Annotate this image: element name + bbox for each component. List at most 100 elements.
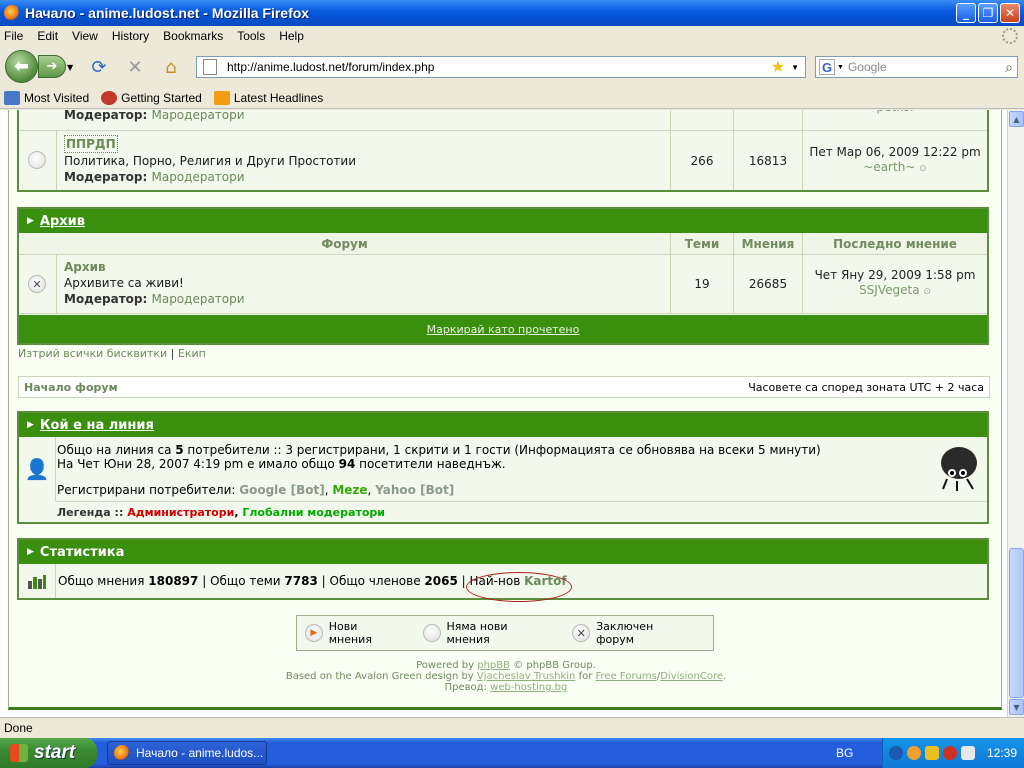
view-latest-post-icon[interactable]: ⊙ [919, 164, 927, 174]
windows-taskbar: start Начало - anime.ludos... BG 12:39 [0, 738, 1024, 768]
bar-chart-icon [28, 575, 46, 589]
engine-dropdown-icon[interactable]: ▼ [837, 64, 844, 71]
moderator-link[interactable]: Мародератори [151, 170, 244, 184]
last-post-user[interactable]: petkoi [877, 110, 914, 114]
user-link-yahoo-bot[interactable]: Yahoo [Bot] [375, 483, 454, 497]
window-title-bar[interactable]: Начало - anime.ludost.net - Mozilla Fire… [0, 0, 1024, 26]
legend-global-mods[interactable]: Глобални модератори [242, 506, 385, 519]
delete-cookies-link[interactable]: Изтрий всички бисквитки [18, 347, 167, 360]
reload-icon[interactable]: ⟳ [88, 56, 110, 78]
tray-media-icon[interactable] [907, 746, 921, 760]
address-bar[interactable]: http://anime.ludost.net/forum/index.php … [196, 56, 806, 78]
stats-icon-cell [19, 564, 56, 598]
taskbar-firefox-item[interactable]: Начало - anime.ludos... [107, 741, 267, 765]
search-bar[interactable]: G ▼ Google ⌕ [815, 56, 1018, 78]
total-members: 2065 [424, 574, 458, 588]
team-link[interactable]: Екип [178, 347, 206, 360]
search-icon[interactable]: ⌕ [1005, 59, 1013, 76]
bookmark-getting-started[interactable]: Getting Started [101, 91, 202, 105]
tray-stop-icon[interactable] [943, 746, 957, 760]
topics-cell: 19 [670, 255, 733, 313]
utility-links: Изтрий всички бисквитки | Екип [18, 347, 206, 360]
legend-admins[interactable]: Администратори [127, 506, 234, 519]
who-is-online-box: ▶ Кой е на линия 👤 Общо на линия са 5 по… [17, 411, 989, 524]
forum-description: Политика, Порно, Религия и Други Простот… [64, 154, 357, 168]
forum-row-pprdp: ППРДП Политика, Порно, Религия и Други П… [19, 131, 987, 190]
google-engine-icon[interactable]: G [819, 59, 835, 75]
moderator-link[interactable]: Мародератори [151, 292, 244, 306]
translator-link[interactable]: web-hosting.bg [490, 682, 567, 693]
label: Общо мнения [58, 574, 145, 588]
network-icon[interactable] [961, 746, 975, 760]
online-line-2: На Чет Юни 28, 2007 4:19 pm е имало общо… [57, 457, 821, 471]
mascot-icon [941, 447, 977, 491]
user-link-meze[interactable]: Meze [332, 483, 367, 497]
bookmark-most-visited[interactable]: Most Visited [4, 91, 89, 105]
scroll-down-arrow[interactable]: ▼ [1009, 699, 1024, 715]
designer-link[interactable]: Vjacheslav Trushkin [477, 671, 576, 682]
last-post-user[interactable]: SSJVegeta [859, 283, 920, 297]
phpbb-link[interactable]: phpBB [477, 660, 510, 671]
forum-title-link[interactable]: ППРДП [64, 135, 118, 153]
menu-view[interactable]: View [72, 29, 98, 43]
menu-bar: File Edit View History Bookmarks Tools H… [0, 26, 1024, 46]
user-link-google-bot[interactable]: Google [Bot] [239, 483, 324, 497]
url-text[interactable]: http://anime.ludost.net/forum/index.php [227, 60, 771, 74]
category-title-link[interactable]: Архив [40, 214, 85, 229]
text: Превод: [444, 682, 491, 693]
bookmark-label: Getting Started [121, 91, 202, 105]
close-button[interactable]: ✕ [1000, 3, 1020, 23]
online-title-link[interactable]: Кой е на линия [40, 418, 154, 433]
scroll-up-arrow[interactable]: ▲ [1009, 111, 1024, 127]
history-dropdown-icon[interactable]: ▼ [67, 63, 73, 72]
bookmark-latest-headlines[interactable]: Latest Headlines [213, 91, 324, 105]
last-post-user[interactable]: ~earth~ [863, 160, 915, 174]
forum-title-link[interactable]: Архив [64, 259, 245, 275]
menu-help[interactable]: Help [279, 29, 304, 43]
start-button[interactable]: start [0, 738, 97, 768]
menu-history[interactable]: History [112, 29, 149, 43]
status-text: Done [4, 720, 33, 735]
page-icon [203, 59, 217, 75]
minimize-button[interactable]: _ [956, 3, 976, 23]
most-visited-icon [4, 91, 20, 105]
security-shield-icon[interactable] [925, 746, 939, 760]
menu-edit[interactable]: Edit [37, 29, 58, 43]
view-latest-post-icon[interactable]: ⊙ [923, 287, 931, 297]
search-input[interactable]: Google [848, 60, 1005, 74]
online-line-1: Общо на линия са 5 потребители :: 3 реги… [57, 443, 821, 457]
forward-button[interactable]: ➔ [38, 55, 66, 78]
total-topics: 7783 [284, 574, 318, 588]
mark-read-link[interactable]: Маркирай като прочетено [427, 323, 580, 336]
clock: 12:39 [987, 746, 1018, 760]
text: посетители наведнъж. [355, 457, 506, 471]
menu-tools[interactable]: Tools [237, 29, 265, 43]
menu-bookmarks[interactable]: Bookmarks [163, 29, 223, 43]
free-forums-link[interactable]: Free Forums [596, 671, 657, 682]
stop-icon[interactable]: ✕ [124, 56, 146, 78]
back-button[interactable]: ⬅ [5, 50, 38, 83]
divisioncore-link[interactable]: DivisionCore [660, 671, 723, 682]
language-indicator[interactable]: BG [836, 746, 853, 760]
col-topics: Теми [670, 233, 733, 254]
forum-info: ППРДП Политика, Порно, Религия и Други П… [64, 135, 356, 185]
breadcrumb-home-link[interactable]: Начало форум [24, 381, 118, 394]
url-dropdown-icon[interactable]: ▼ [791, 63, 799, 72]
no-new-posts-icon [422, 624, 441, 642]
legend-line: Легенда :: Администратори, Глобални моде… [56, 501, 987, 522]
tray-back-icon[interactable] [889, 746, 903, 760]
home-icon[interactable]: ⌂ [160, 56, 182, 78]
total-posts: 180897 [148, 574, 199, 588]
bookmark-star-icon[interactable]: ★ [771, 57, 785, 77]
legend-new-posts: ▶ Нови мнения [305, 620, 403, 646]
vertical-scrollbar[interactable]: ▲ ▼ [1007, 110, 1024, 717]
scroll-thumb[interactable] [1009, 548, 1024, 698]
forum-category-box: Модератор: Мародератори petkoi ППРДП Пол… [17, 110, 989, 192]
restore-button[interactable]: ❐ [978, 3, 998, 23]
menu-file[interactable]: File [4, 29, 23, 43]
bookmark-label: Latest Headlines [233, 91, 324, 105]
moderator-link[interactable]: Мародератори [151, 110, 244, 122]
moderator-label: Модератор: [64, 292, 148, 306]
posts-count: 16813 [748, 153, 788, 168]
topics-cell [670, 110, 733, 130]
